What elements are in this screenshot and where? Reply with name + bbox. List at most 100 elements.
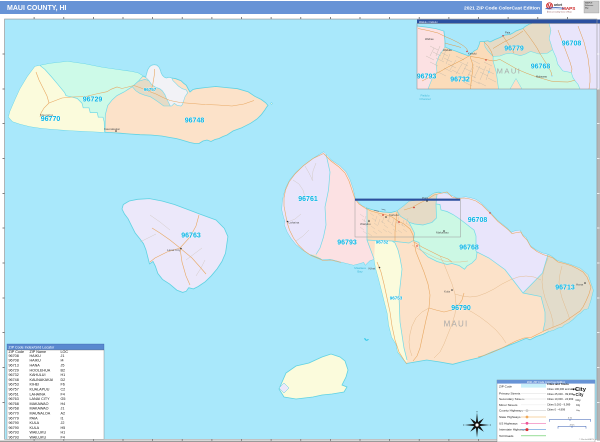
svg-text:City: City <box>576 398 582 402</box>
svg-text:US Highways: US Highways <box>499 421 518 425</box>
svg-text:KULA: KULA <box>30 421 40 425</box>
svg-text:F6: F6 <box>61 383 65 387</box>
svg-text:© MarketMAPS: © MarketMAPS <box>579 438 595 441</box>
svg-text:2021 ZIP Code ColorCast Editio: 2021 ZIP Code ColorCast Edition <box>464 5 540 11</box>
svg-text:96793: 96793 <box>9 436 19 440</box>
svg-text:I1: I1 <box>61 416 64 420</box>
svg-text:4 km: 4 km <box>570 425 575 427</box>
svg-text:KAUNAKAKAI: KAUNAKAKAI <box>30 378 54 382</box>
svg-text:96732: 96732 <box>9 373 19 377</box>
svg-text:MAUI: MAUI <box>497 67 522 76</box>
svg-text:Minor Streets: Minor Streets <box>499 403 518 407</box>
svg-text:Cities 25,000 - 99,999: Cities 25,000 - 99,999 <box>547 392 574 396</box>
svg-text:Cities 5,000 - 9,999: Cities 5,000 - 9,999 <box>547 402 571 406</box>
svg-text:G5: G5 <box>61 397 66 401</box>
svg-text:96768: 96768 <box>531 64 551 71</box>
svg-text:Wailuku: Wailuku <box>443 48 453 52</box>
svg-text:WAILUKU: WAILUKU <box>30 436 47 440</box>
svg-text:H5: H5 <box>61 426 66 430</box>
svg-text:96768: 96768 <box>9 407 19 411</box>
svg-text:Channel: Channel <box>419 97 431 101</box>
svg-text:MAKAWAO: MAKAWAO <box>30 407 49 411</box>
svg-text:96713: 96713 <box>555 285 575 292</box>
svg-text:96708: 96708 <box>468 217 488 224</box>
svg-text:4 mi: 4 mi <box>568 418 573 420</box>
svg-text:MAUNALOA: MAUNALOA <box>30 412 51 416</box>
svg-text:Lanai City: Lanai City <box>167 248 181 252</box>
svg-text:Map: Map <box>585 8 589 10</box>
svg-text:ZIP Code Index/Grid Locator: ZIP Code Index/Grid Locator <box>9 346 55 350</box>
svg-text:WAILUKU: WAILUKU <box>30 431 47 435</box>
svg-text:96768: 96768 <box>9 402 19 406</box>
svg-text:96790: 96790 <box>9 421 19 425</box>
svg-text:KIHEI: KIHEI <box>30 383 40 387</box>
svg-text:96768: 96768 <box>459 245 479 252</box>
svg-text:F4: F4 <box>61 436 65 440</box>
svg-text:J2: J2 <box>61 421 65 425</box>
svg-text:F4: F4 <box>61 392 65 396</box>
svg-text:I4: I4 <box>61 359 64 363</box>
svg-text:City: City <box>576 392 585 397</box>
svg-text:C2: C2 <box>61 388 66 392</box>
svg-text:H1: H1 <box>61 431 66 435</box>
svg-text:KULA: KULA <box>30 426 40 430</box>
svg-text:Kula: Kula <box>444 290 450 294</box>
svg-text:H1: H1 <box>61 373 66 377</box>
svg-text:Lahaina: Lahaina <box>289 221 300 225</box>
svg-text:96732: 96732 <box>376 240 389 245</box>
svg-text:Paia: Paia <box>505 31 511 35</box>
svg-text:96757: 96757 <box>144 87 157 92</box>
svg-text:Toll Roads: Toll Roads <box>499 434 514 438</box>
svg-text:96790: 96790 <box>451 305 471 312</box>
svg-text:96790: 96790 <box>9 426 19 430</box>
svg-text:MAUI: MAUI <box>444 320 469 329</box>
svg-text:Hana: Hana <box>576 283 584 287</box>
svg-text:96793: 96793 <box>417 74 437 81</box>
svg-text:96753: 96753 <box>390 296 403 301</box>
svg-text:96708: 96708 <box>562 41 582 48</box>
svg-text:Makawao: Makawao <box>536 75 548 79</box>
svg-text:HANA: HANA <box>30 364 41 368</box>
svg-text:Primary Streets: Primary Streets <box>499 391 521 395</box>
svg-text:HAIKU: HAIKU <box>30 354 42 358</box>
svg-text:96713: 96713 <box>9 364 19 368</box>
svg-text:96763: 96763 <box>181 232 201 239</box>
svg-text:Kahului: Kahului <box>468 52 477 56</box>
svg-text:96708: 96708 <box>9 359 19 363</box>
svg-text:96761: 96761 <box>9 392 19 396</box>
svg-text:LAHAINA: LAHAINA <box>30 392 46 396</box>
svg-text:J1: J1 <box>61 407 65 411</box>
svg-text:MAUI COUNTY, HI: MAUI COUNTY, HI <box>7 5 67 12</box>
svg-text:LANAI CITY: LANAI CITY <box>30 397 51 401</box>
svg-text:96763: 96763 <box>9 397 19 401</box>
svg-text:96708: 96708 <box>9 354 19 358</box>
svg-text:A2: A2 <box>61 412 66 416</box>
svg-text:HAIKU: HAIKU <box>30 359 42 363</box>
svg-text:96748: 96748 <box>9 378 19 382</box>
svg-text:96753: 96753 <box>9 383 19 387</box>
svg-text:D2: D2 <box>61 378 66 382</box>
svg-text:B2: B2 <box>61 368 66 372</box>
svg-text:Kahului: Kahului <box>389 213 399 217</box>
svg-text:96793: 96793 <box>9 431 19 435</box>
svg-text:96729: 96729 <box>9 368 19 372</box>
svg-text:96793: 96793 <box>337 240 357 247</box>
svg-text:96770: 96770 <box>9 412 19 416</box>
svg-text:96779: 96779 <box>9 416 19 420</box>
svg-text:KAHULUI: KAHULUI <box>30 373 46 377</box>
svg-text:Cities 0 - 4,999: Cities 0 - 4,999 <box>547 407 566 411</box>
svg-text:ZIP Code: ZIP Code <box>499 385 512 389</box>
svg-text:State Highways: State Highways <box>499 415 521 419</box>
svg-text:KUALAPUU: KUALAPUU <box>30 388 50 392</box>
svg-text:Bay: Bay <box>357 270 363 274</box>
svg-text:Waihee: Waihee <box>425 37 434 41</box>
svg-text:H4: H4 <box>61 402 66 406</box>
svg-text:J5: J5 <box>61 364 65 368</box>
svg-text:96757: 96757 <box>9 388 19 392</box>
svg-text:Wailuku: Wailuku <box>360 222 371 226</box>
svg-text:96770: 96770 <box>41 116 61 123</box>
svg-text:96779: 96779 <box>504 46 524 53</box>
svg-text:96729: 96729 <box>83 97 103 104</box>
svg-text:County Highways: County Highways <box>499 409 524 413</box>
svg-text:96761: 96761 <box>298 196 318 203</box>
